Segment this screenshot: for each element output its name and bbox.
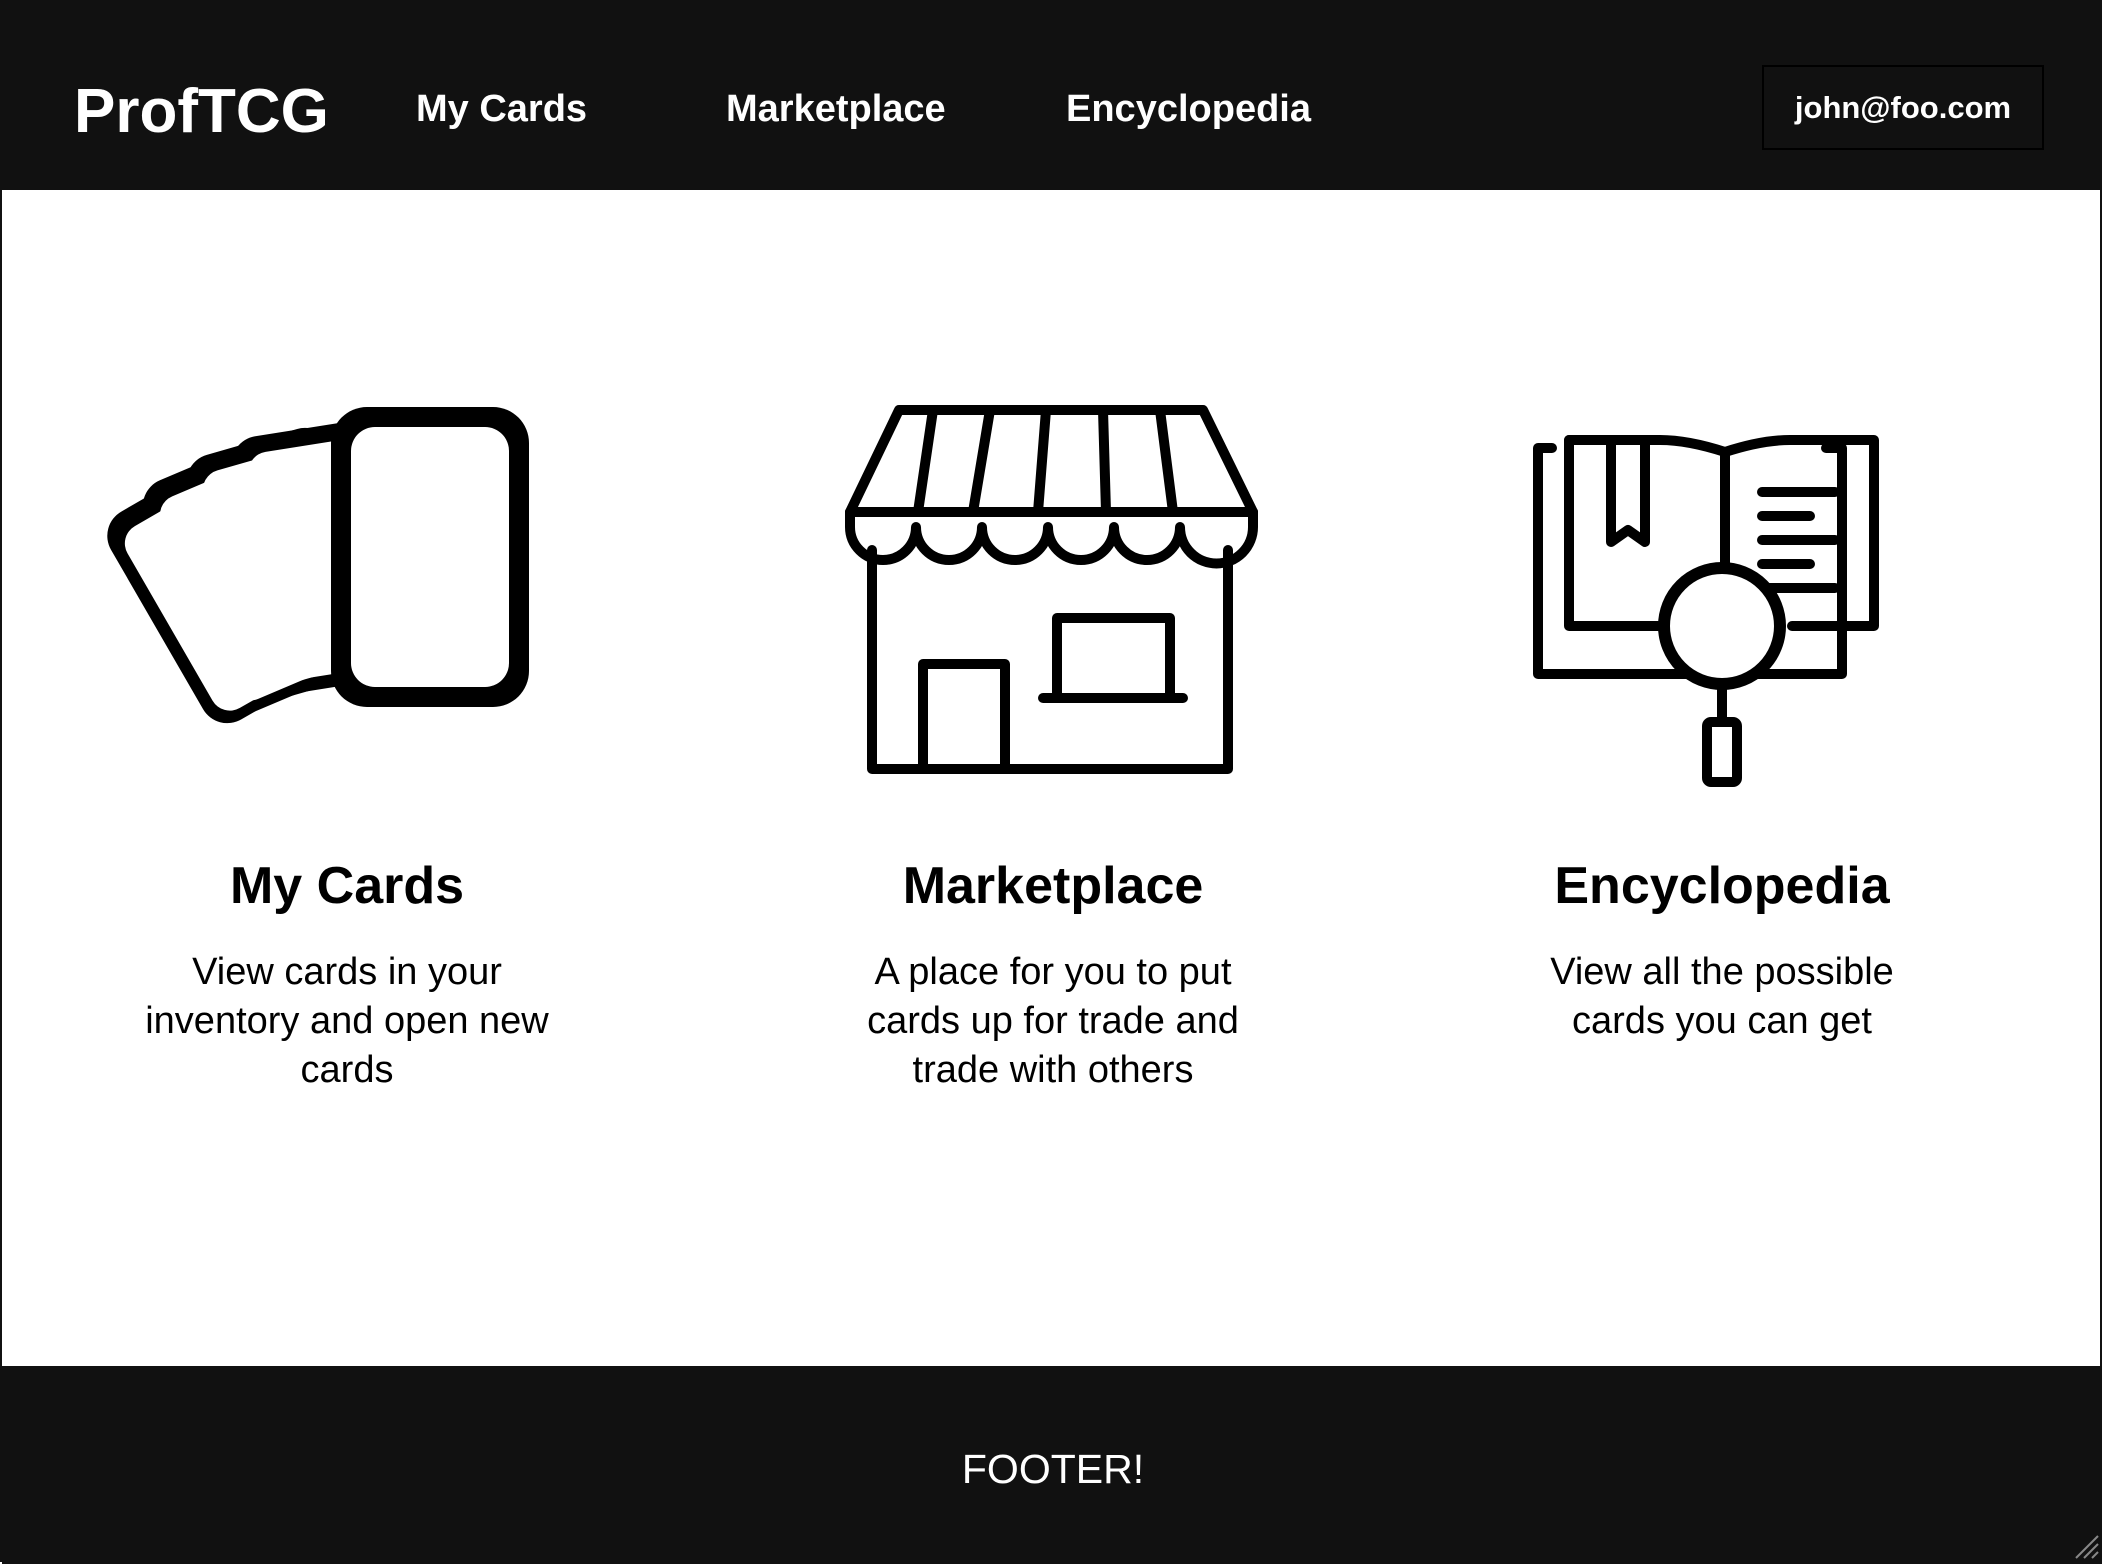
feature-title: Marketplace: [902, 857, 1204, 915]
footer-bar: FOOTER!: [2, 1366, 2102, 1564]
page-frame: ProfTCG My Cards Marketplace Encyclopedi…: [0, 0, 2102, 1564]
nav-link-marketplace[interactable]: Marketplace: [726, 86, 946, 132]
nav-link-encyclopedia[interactable]: Encyclopedia: [1066, 86, 1311, 132]
logo[interactable]: ProfTCG: [74, 76, 329, 148]
feature-description: A place for you to put cards up for trad…: [867, 951, 1239, 1091]
storefront-icon: [845, 405, 1258, 774]
feature-description: View all the possible cards you can get: [1550, 951, 1894, 1042]
resize-grip-icon[interactable]: [2070, 1530, 2100, 1560]
feature-card-encyclopedia[interactable]: Encyclopedia View all the possible cards…: [1442, 392, 2002, 1112]
book-search-icon: [1533, 435, 1879, 787]
cards-fan-icon: [107, 407, 529, 724]
feature-card-my-cards[interactable]: My Cards View cards in your inventory an…: [67, 392, 627, 1112]
user-account-button[interactable]: john@foo.com: [1762, 65, 2044, 150]
feature-description: View cards in your inventory and open ne…: [145, 951, 549, 1091]
feature-title: My Cards: [229, 857, 465, 915]
footer-text: FOOTER!: [961, 1446, 1145, 1492]
feature-card-marketplace[interactable]: Marketplace A place for you to put cards…: [773, 392, 1333, 1112]
nav-link-my-cards[interactable]: My Cards: [416, 86, 587, 132]
header-bar: ProfTCG My Cards Marketplace Encyclopedi…: [2, 2, 2102, 190]
feature-title: Encyclopedia: [1554, 857, 1890, 915]
